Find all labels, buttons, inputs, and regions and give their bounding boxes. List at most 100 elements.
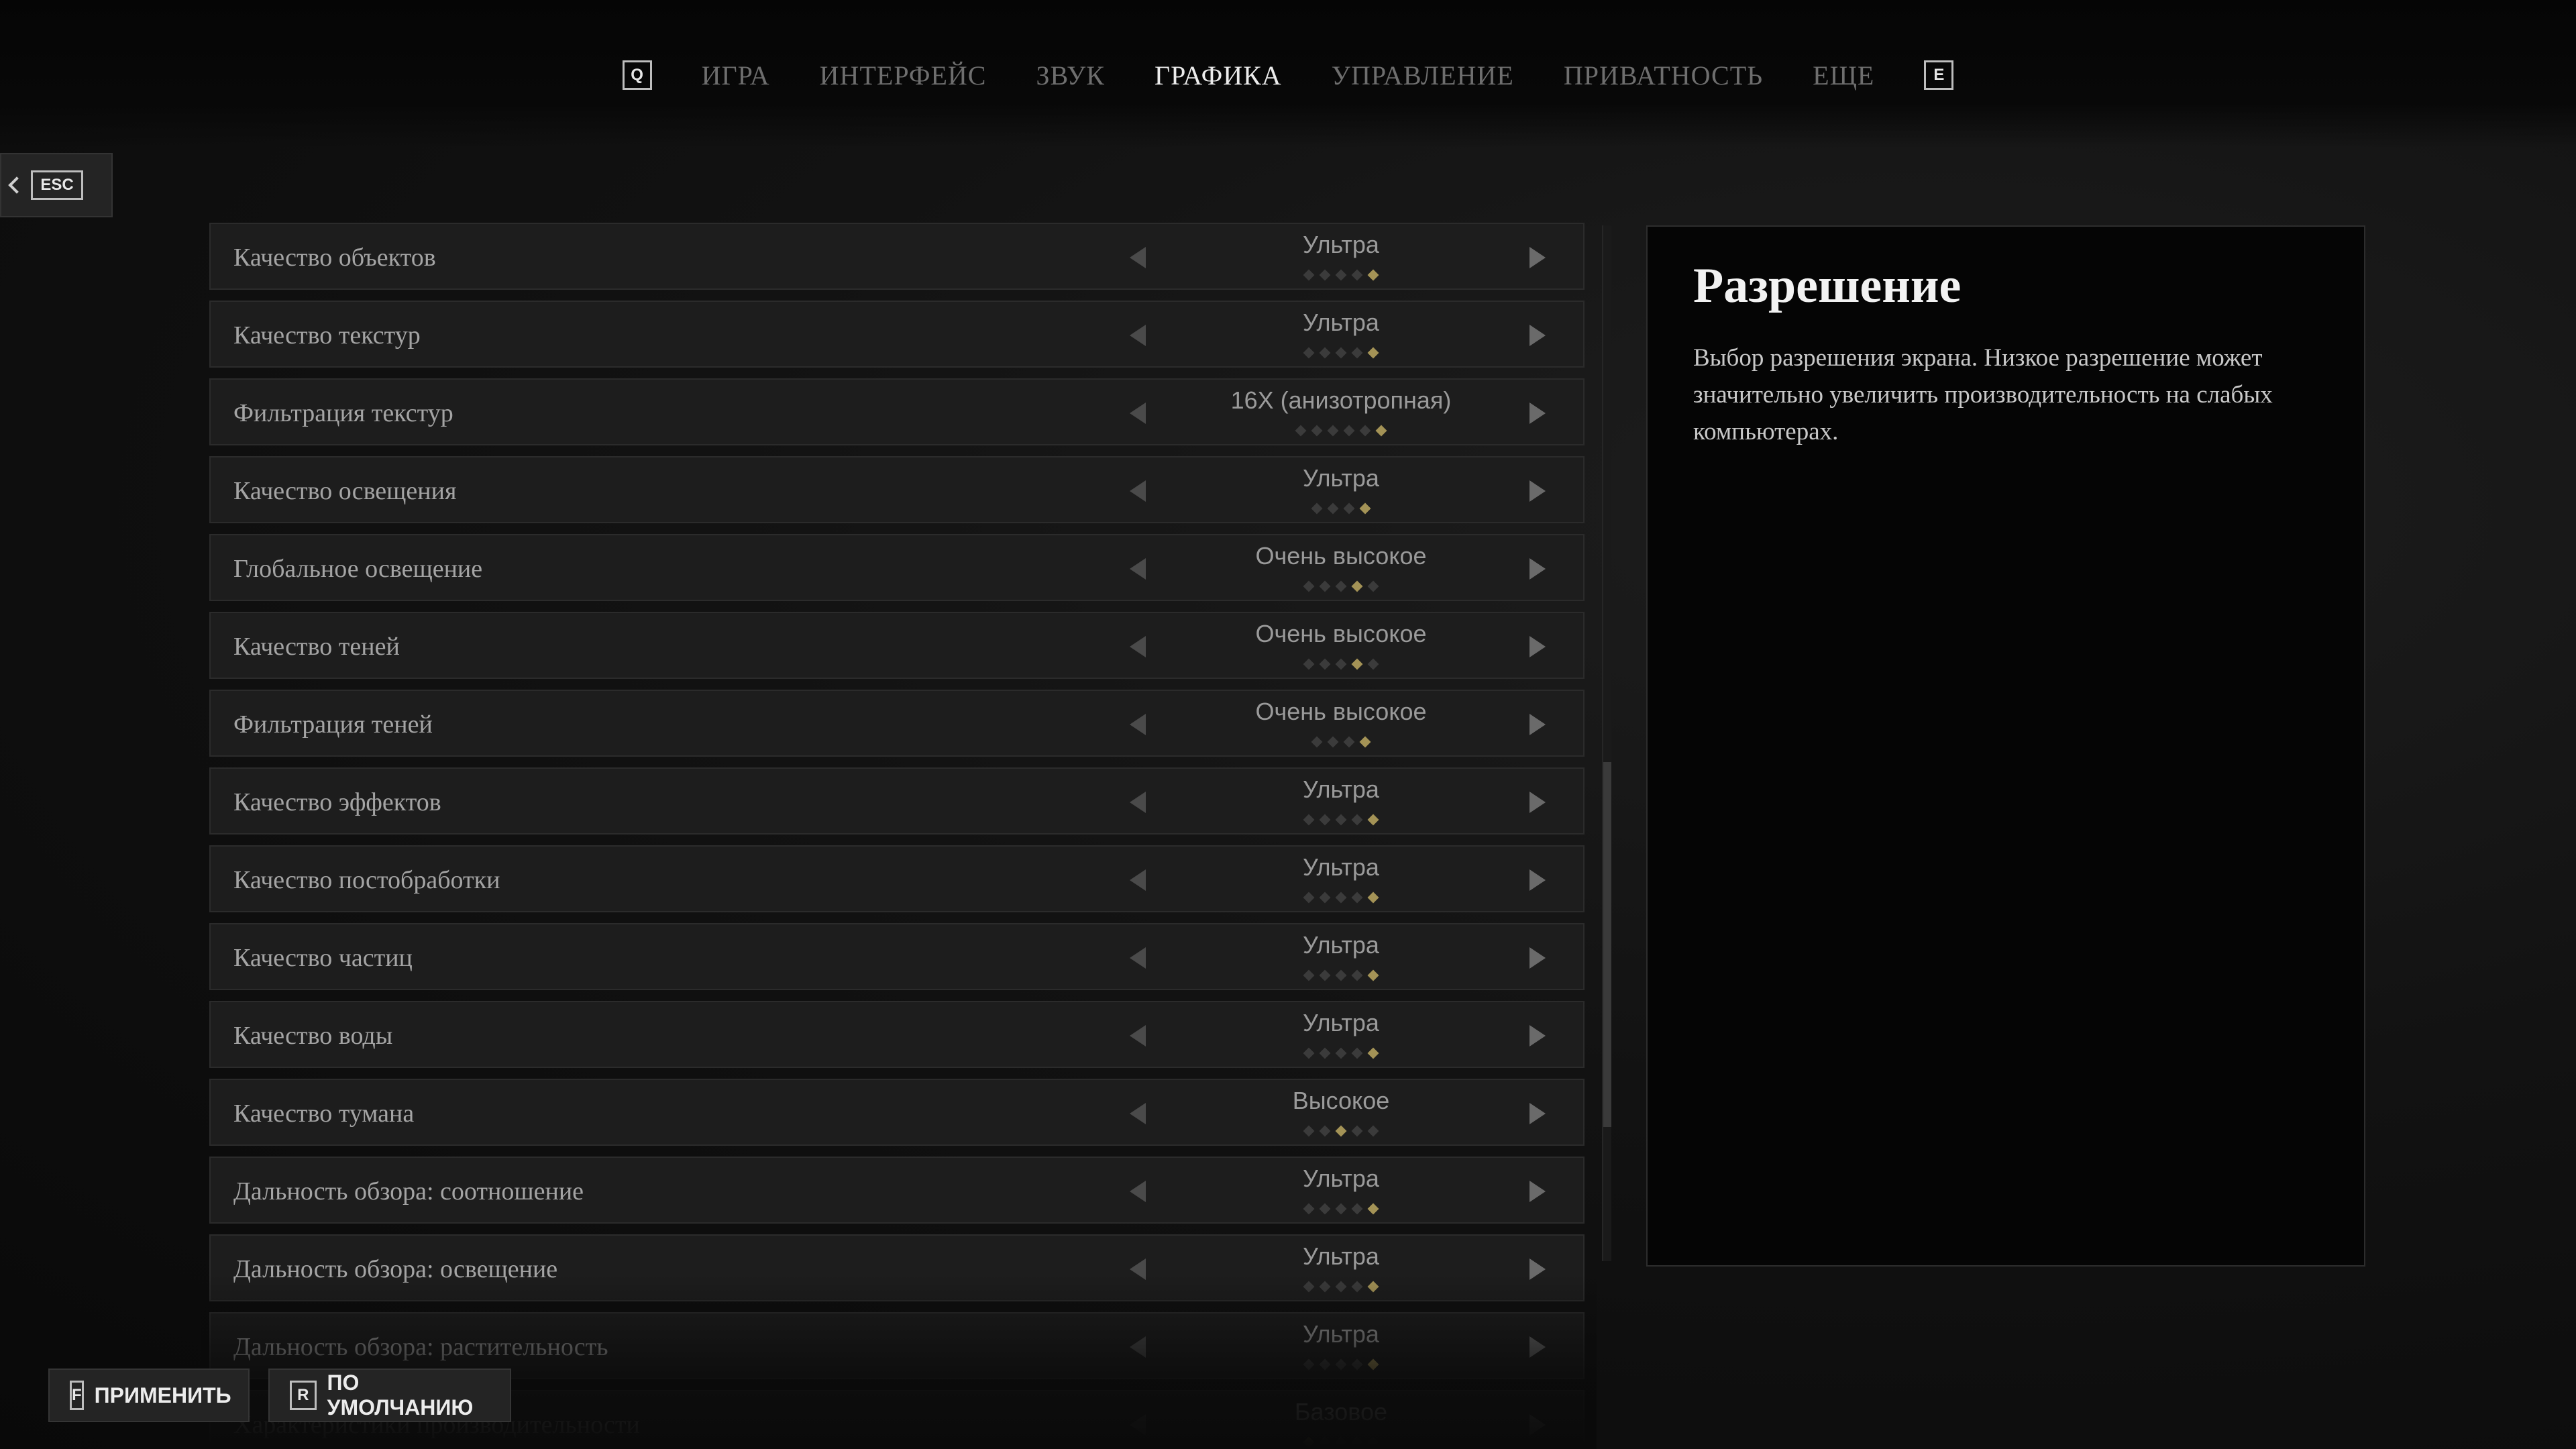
tab-sound[interactable]: ЗВУК bbox=[1036, 60, 1104, 91]
setting-value: Ультра bbox=[1303, 775, 1379, 803]
arrow-left-icon[interactable] bbox=[1130, 558, 1146, 580]
setting-value: Очень высокое bbox=[1255, 542, 1427, 570]
level-dot bbox=[1327, 425, 1339, 437]
level-dot bbox=[1319, 969, 1331, 981]
arrow-right-icon[interactable] bbox=[1529, 1103, 1546, 1124]
level-dot bbox=[1367, 1047, 1379, 1059]
settings-scrollbar[interactable] bbox=[1602, 225, 1611, 1261]
apply-button[interactable]: F ПРИМЕНИТЬ bbox=[48, 1368, 250, 1422]
level-dot bbox=[1359, 502, 1371, 515]
level-indicator bbox=[1163, 424, 1519, 437]
tab-graphics[interactable]: ГРАФИКА bbox=[1155, 60, 1282, 91]
level-indicator bbox=[1163, 1124, 1519, 1138]
arrow-right-icon[interactable] bbox=[1529, 402, 1546, 424]
arrow-left-icon[interactable] bbox=[1130, 402, 1146, 424]
level-dot bbox=[1295, 425, 1307, 437]
level-dot bbox=[1319, 814, 1331, 826]
next-tab-key[interactable]: E bbox=[1924, 60, 1954, 90]
setting-value: Ультра bbox=[1303, 309, 1379, 336]
arrow-left-icon[interactable] bbox=[1130, 1103, 1146, 1124]
level-dot bbox=[1335, 814, 1347, 826]
level-indicator bbox=[1163, 268, 1519, 282]
level-dot bbox=[1351, 1047, 1363, 1059]
level-dot bbox=[1375, 425, 1387, 437]
arrow-right-icon[interactable] bbox=[1529, 947, 1546, 969]
setting-label: Качество объектов bbox=[233, 244, 436, 272]
setting-row[interactable]: Качество постобработки Ультра bbox=[209, 845, 1585, 912]
setting-row[interactable]: Фильтрация теней Очень высокое bbox=[209, 690, 1585, 757]
level-indicator bbox=[1163, 735, 1519, 749]
level-dot bbox=[1335, 892, 1347, 904]
setting-row[interactable]: Качество освещения Ультра bbox=[209, 456, 1585, 523]
arrow-right-icon[interactable] bbox=[1529, 1181, 1546, 1202]
setting-row[interactable]: Качество тумана Высокое bbox=[209, 1079, 1585, 1146]
level-dot bbox=[1343, 502, 1355, 515]
level-dot bbox=[1367, 1125, 1379, 1137]
setting-value: Очень высокое bbox=[1255, 620, 1427, 647]
arrow-right-icon[interactable] bbox=[1529, 1025, 1546, 1046]
setting-label: Качество частиц bbox=[233, 944, 413, 972]
level-dot bbox=[1335, 347, 1347, 359]
setting-row[interactable]: Фильтрация текстур 16X (анизотропная) bbox=[209, 378, 1585, 445]
level-dot bbox=[1303, 658, 1315, 670]
arrow-right-icon[interactable] bbox=[1529, 558, 1546, 580]
level-indicator bbox=[1163, 657, 1519, 671]
level-dot bbox=[1335, 580, 1347, 592]
tab-interface[interactable]: ИНТЕРФЕЙС bbox=[820, 60, 987, 91]
setting-row[interactable]: Качество частиц Ультра bbox=[209, 923, 1585, 990]
graphics-settings-list: Качество объектов Ультра Качество текстур У… bbox=[209, 223, 1585, 1449]
arrow-left-icon[interactable] bbox=[1130, 247, 1146, 268]
arrow-left-icon[interactable] bbox=[1130, 947, 1146, 969]
info-title: Разрешение bbox=[1693, 258, 1962, 313]
arrow-left-icon[interactable] bbox=[1130, 1025, 1146, 1046]
arrow-left-icon[interactable] bbox=[1130, 869, 1146, 891]
level-indicator bbox=[1163, 813, 1519, 826]
level-dot bbox=[1303, 814, 1315, 826]
arrow-right-icon[interactable] bbox=[1529, 480, 1546, 502]
setting-row[interactable]: Качество эффектов Ультра bbox=[209, 767, 1585, 835]
setting-row[interactable]: Качество теней Очень высокое bbox=[209, 612, 1585, 679]
level-dot bbox=[1327, 502, 1339, 515]
setting-value: Ультра bbox=[1303, 1165, 1379, 1192]
arrow-right-icon[interactable] bbox=[1529, 792, 1546, 813]
level-dot bbox=[1343, 425, 1355, 437]
back-button[interactable]: ESC bbox=[0, 153, 113, 217]
arrow-left-icon[interactable] bbox=[1130, 792, 1146, 813]
setting-row[interactable]: Дальность обзора: соотношение Ультра bbox=[209, 1157, 1585, 1224]
tab-controls[interactable]: УПРАВЛЕНИЕ bbox=[1332, 60, 1514, 91]
arrow-right-icon[interactable] bbox=[1529, 325, 1546, 346]
tab-privacy[interactable]: ПРИВАТНОСТЬ bbox=[1564, 60, 1763, 91]
arrow-left-icon[interactable] bbox=[1130, 636, 1146, 657]
arrow-left-icon[interactable] bbox=[1130, 714, 1146, 735]
arrow-right-icon[interactable] bbox=[1529, 869, 1546, 891]
setting-label: Фильтрация текстур bbox=[233, 399, 453, 427]
level-dot bbox=[1335, 1125, 1347, 1137]
arrow-left-icon[interactable] bbox=[1130, 480, 1146, 502]
tab-game[interactable]: ИГРА bbox=[702, 60, 770, 91]
arrow-right-icon[interactable] bbox=[1529, 247, 1546, 268]
default-label: ПО УМОЛЧАНИЮ bbox=[327, 1371, 474, 1419]
prev-tab-key[interactable]: Q bbox=[622, 60, 652, 90]
level-dot bbox=[1319, 269, 1331, 281]
level-dot bbox=[1335, 1047, 1347, 1059]
level-dot bbox=[1335, 969, 1347, 981]
level-dot bbox=[1303, 969, 1315, 981]
arrow-right-icon[interactable] bbox=[1529, 636, 1546, 657]
scrollbar-thumb[interactable] bbox=[1603, 762, 1611, 1127]
level-dot bbox=[1319, 658, 1331, 670]
setting-label: Качество текстур bbox=[233, 321, 421, 350]
level-dot bbox=[1319, 347, 1331, 359]
arrow-right-icon[interactable] bbox=[1529, 714, 1546, 735]
setting-row[interactable]: Качество объектов Ультра bbox=[209, 223, 1585, 290]
level-dot bbox=[1303, 269, 1315, 281]
level-dot bbox=[1311, 502, 1323, 515]
level-indicator bbox=[1163, 891, 1519, 904]
setting-row[interactable]: Качество текстур Ультра bbox=[209, 301, 1585, 368]
arrow-left-icon[interactable] bbox=[1130, 1181, 1146, 1202]
setting-row[interactable]: Глобальное освещение Очень высокое bbox=[209, 534, 1585, 601]
level-dot bbox=[1367, 347, 1379, 359]
setting-row[interactable]: Качество воды Ультра bbox=[209, 1001, 1585, 1068]
arrow-left-icon[interactable] bbox=[1130, 325, 1146, 346]
default-button[interactable]: R ПО УМОЛЧАНИЮ bbox=[268, 1368, 511, 1422]
tab-more[interactable]: ЕЩЕ bbox=[1813, 60, 1874, 91]
